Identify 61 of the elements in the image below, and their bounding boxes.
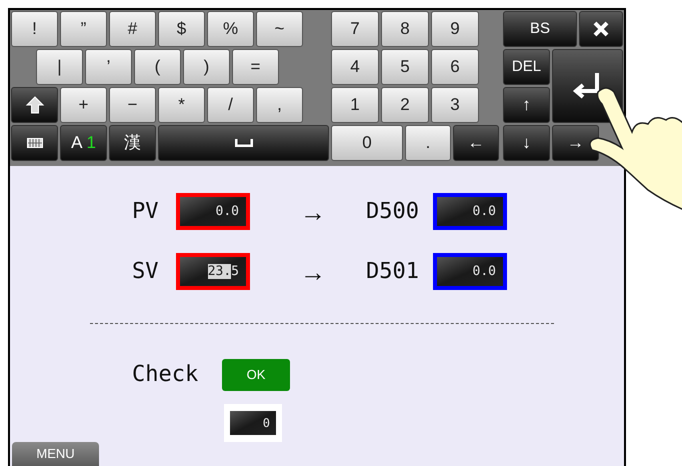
key[interactable]: ← — [453, 125, 499, 161]
display-value: 23.5 — [208, 262, 239, 281]
key[interactable]: 6 — [431, 49, 479, 85]
target-label: D500 — [366, 198, 420, 226]
key[interactable]: ’ — [85, 49, 132, 85]
arrow-label: → — [300, 198, 327, 224]
display-value: 0.0 — [472, 202, 496, 221]
key[interactable]: 4 — [331, 49, 379, 85]
key[interactable]: 9 — [431, 11, 479, 47]
arrow-label: → — [300, 258, 327, 284]
value-display[interactable]: 0.0 — [433, 253, 507, 290]
check-label: Check — [132, 361, 200, 389]
value-display[interactable]: 0.0 — [433, 193, 507, 230]
key[interactable]: ” — [60, 11, 107, 47]
key[interactable]: | — [36, 49, 83, 85]
key[interactable]: * — [158, 87, 205, 123]
display-value: 0.0 — [472, 262, 496, 281]
display-value: 0.0 — [216, 202, 239, 221]
keyboard-key[interactable] — [11, 125, 58, 161]
value-display[interactable]: 0.0 — [176, 193, 250, 230]
shift-key[interactable] — [11, 87, 58, 123]
key[interactable]: # — [109, 11, 156, 47]
key[interactable]: 0 — [331, 125, 403, 161]
key[interactable]: + — [60, 87, 107, 123]
row-label: SV — [132, 258, 160, 286]
key[interactable]: = — [232, 49, 279, 85]
space-icon — [234, 139, 252, 147]
key[interactable]: ↓ — [503, 125, 550, 161]
ok-button[interactable]: OK — [222, 358, 290, 390]
key[interactable]: . — [405, 125, 451, 161]
key[interactable]: % — [207, 11, 254, 47]
key[interactable]: / — [207, 87, 254, 123]
key[interactable]: ! — [11, 11, 58, 47]
key[interactable]: 3 — [431, 87, 479, 123]
key[interactable]: 5 — [381, 49, 429, 85]
key[interactable]: ) — [183, 49, 230, 85]
key[interactable]: ~ — [256, 11, 303, 47]
key[interactable]: ( — [134, 49, 181, 85]
check-display: 0 — [224, 404, 282, 442]
shift-icon — [24, 95, 44, 115]
key[interactable]: − — [109, 87, 156, 123]
value-display[interactable]: 23.5 — [176, 253, 250, 290]
mode-key[interactable]: A 1 — [60, 125, 107, 161]
key[interactable]: 7 — [331, 11, 379, 47]
menu-tab[interactable]: MENU — [12, 442, 99, 466]
key[interactable]: 漢 — [109, 125, 156, 161]
space-key[interactable] — [158, 125, 329, 161]
key[interactable]: 2 — [381, 87, 429, 123]
key[interactable]: ↑ — [503, 87, 550, 123]
row-label: PV — [132, 198, 160, 226]
key[interactable]: $ — [158, 11, 205, 47]
key[interactable]: → — [552, 125, 599, 161]
key[interactable]: 1 — [331, 87, 379, 123]
target-label: D501 — [366, 258, 420, 286]
close-icon — [593, 21, 609, 37]
key[interactable]: , — [256, 87, 303, 123]
keyboard-icon — [26, 138, 42, 148]
key[interactable]: 8 — [381, 11, 429, 47]
backspace-key[interactable]: BS — [503, 11, 577, 47]
delete-key[interactable]: DEL — [503, 49, 550, 85]
close-key[interactable] — [579, 11, 623, 47]
